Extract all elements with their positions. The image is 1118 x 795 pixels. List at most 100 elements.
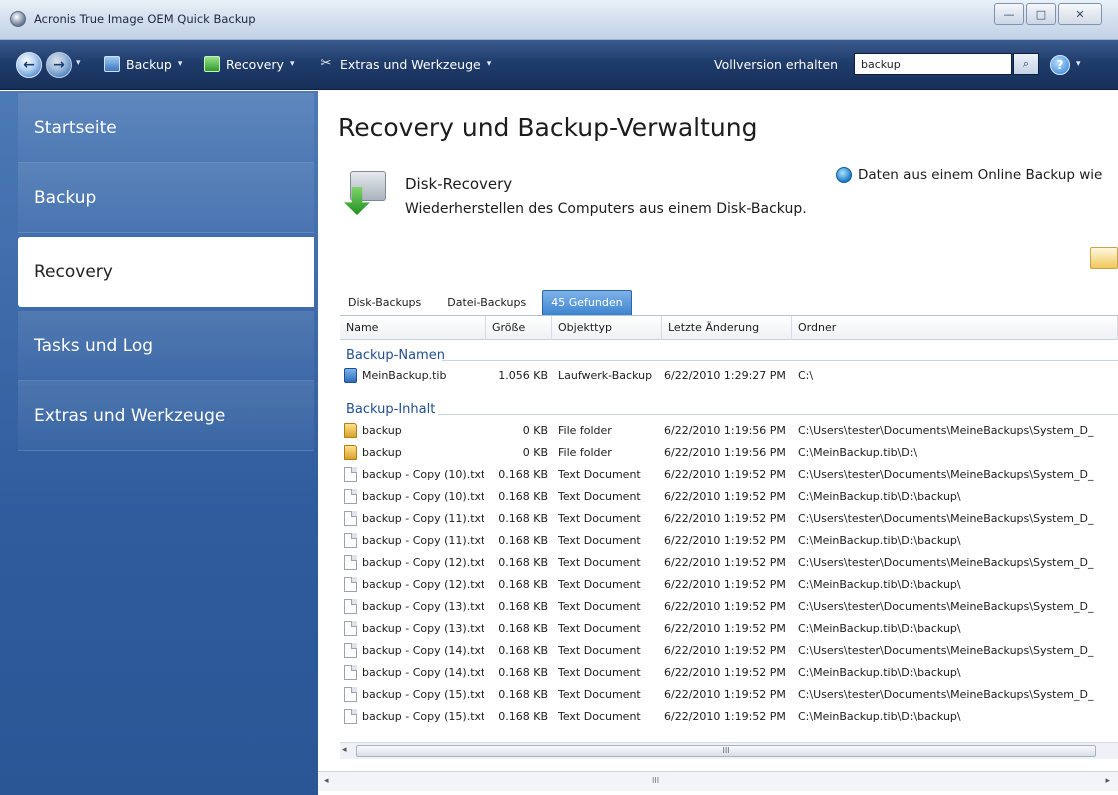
cell-type: Text Document — [558, 556, 641, 569]
table-row[interactable]: backup - Copy (14).txt 0.168 KB Text Docum… — [340, 662, 1118, 683]
text-file-icon — [344, 533, 357, 548]
disk-recovery-title[interactable]: Disk-Recovery — [405, 175, 512, 193]
cell-folder: C:\Users\tester\Documents\MeineBackups\S… — [798, 424, 1094, 437]
cell-type: Text Document — [558, 710, 641, 723]
cell-name: backup - Copy (15).txt — [362, 710, 484, 723]
search-button[interactable]: ⌕ — [1013, 53, 1039, 75]
text-file-icon — [344, 511, 357, 526]
column-header-size[interactable]: Größe — [486, 316, 552, 340]
cell-modified: 6/22/2010 1:19:56 PM — [664, 446, 786, 459]
cell-type: Text Document — [558, 490, 641, 503]
cell-name: backup - Copy (12).txt — [362, 556, 484, 569]
recovery-menu[interactable]: Recovery ▾ — [204, 56, 295, 72]
disk-recovery-description: Wiederherstellen des Computers aus einem… — [405, 201, 807, 217]
cell-size: 0.168 KB — [498, 578, 548, 591]
column-header-name[interactable]: Name — [340, 316, 486, 340]
scroll-left-icon[interactable]: ◂ — [324, 776, 329, 786]
panel-toggle-button[interactable] — [1090, 247, 1118, 269]
back-button[interactable]: ← — [16, 52, 42, 78]
table-row[interactable]: backup - Copy (10).txt 0.168 KB Text Docum… — [340, 486, 1118, 507]
table-row[interactable]: backup - Copy (10).txt 0.168 KB Text Docum… — [340, 464, 1118, 485]
table-row[interactable]: backup - Copy (12).txt 0.168 KB Text Docum… — [340, 552, 1118, 573]
help-dropdown-icon[interactable]: ▾ — [1076, 59, 1081, 69]
main-content: Recovery und Backup-Verwaltung Disk-Reco… — [318, 91, 1118, 795]
sidebar-item-extras-und-werkzeuge[interactable]: Extras und Werkzeuge — [18, 381, 314, 451]
cell-folder: C:\Users\tester\Documents\MeineBackups\S… — [798, 600, 1094, 613]
title-bar: Acronis True Image OEM Quick Backup — □ … — [0, 0, 1118, 40]
cell-size: 0.168 KB — [498, 512, 548, 525]
cell-size: 0.168 KB — [498, 468, 548, 481]
table-row[interactable]: backup - Copy (13).txt 0.168 KB Text Docum… — [340, 596, 1118, 617]
table-row[interactable]: backup - Copy (12).txt 0.168 KB Text Docum… — [340, 574, 1118, 595]
cell-folder: C:\MeinBackup.tib\D:\backup\ — [798, 578, 961, 591]
sidebar-item-startseite[interactable]: Startseite — [18, 93, 314, 163]
results-table: Name Größe Objekttyp Letzte Änderung Ord… — [340, 315, 1118, 770]
tab-search-results[interactable]: 45 Gefunden — [542, 290, 632, 315]
backup-file-icon — [344, 368, 357, 383]
close-button[interactable]: ✕ — [1058, 3, 1102, 25]
cell-size: 0.168 KB — [498, 556, 548, 569]
forward-button[interactable]: → — [46, 52, 72, 78]
scrollbar-grip[interactable]: III — [652, 776, 659, 785]
column-header-modified[interactable]: Letzte Änderung — [662, 316, 792, 340]
extras-menu[interactable]: ✂ Extras und Werkzeuge ▾ — [318, 56, 492, 72]
sidebar-item-recovery[interactable]: Recovery — [18, 237, 314, 307]
text-file-icon — [344, 467, 357, 482]
cell-name: backup - Copy (14).txt — [362, 666, 484, 679]
cell-size: 0.168 KB — [498, 688, 548, 701]
group-divider — [442, 360, 1118, 361]
table-horizontal-scrollbar[interactable]: ◂ III — [340, 742, 1118, 759]
disk-recovery-icon[interactable] — [344, 171, 390, 215]
table-row[interactable]: backup - Copy (15).txt 0.168 KB Text Docum… — [340, 684, 1118, 705]
tools-icon: ✂ — [320, 56, 332, 71]
scroll-right-icon[interactable]: ▸ — [1105, 776, 1110, 786]
cell-modified: 6/22/2010 1:29:27 PM — [664, 369, 786, 382]
cell-type: Text Document — [558, 578, 641, 591]
sidebar-item-backup[interactable]: Backup — [18, 163, 314, 233]
cell-type: Text Document — [558, 644, 641, 657]
cell-modified: 6/22/2010 1:19:52 PM — [664, 512, 786, 525]
text-file-icon — [344, 577, 357, 592]
table-row[interactable]: backup - Copy (15).txt 0.168 KB Text Docum… — [340, 706, 1118, 727]
cell-modified: 6/22/2010 1:19:52 PM — [664, 666, 786, 679]
cell-name: backup — [362, 424, 402, 437]
cell-folder: C:\MeinBackup.tib\D:\backup\ — [798, 622, 961, 635]
cell-modified: 6/22/2010 1:19:52 PM — [664, 600, 786, 613]
history-dropdown-icon[interactable]: ▾ — [76, 58, 81, 68]
tab-datei-backups[interactable]: Datei-Backups — [437, 290, 530, 315]
cell-modified: 6/22/2010 1:19:52 PM — [664, 710, 786, 723]
cell-modified: 6/22/2010 1:19:52 PM — [664, 556, 786, 569]
cell-name: backup - Copy (11).txt — [362, 534, 484, 547]
text-file-icon — [344, 643, 357, 658]
scroll-left-icon[interactable]: ◂ — [342, 745, 347, 755]
table-row[interactable]: MeinBackup.tib 1.056 KB Laufwerk-Backup 6/2… — [340, 365, 1118, 386]
column-header-type[interactable]: Objekttyp — [552, 316, 662, 340]
maximize-button[interactable]: □ — [1026, 3, 1056, 25]
table-row[interactable]: backup - Copy (11).txt 0.168 KB Text Docum… — [340, 508, 1118, 529]
cell-name: backup - Copy (15).txt — [362, 688, 484, 701]
table-row[interactable]: backup - Copy (11).txt 0.168 KB Text Docum… — [340, 530, 1118, 551]
online-backup-link[interactable]: Daten aus einem Online Backup wie — [836, 167, 1102, 183]
full-version-link[interactable]: Vollversion erhalten — [714, 57, 838, 72]
search-input[interactable] — [854, 53, 1012, 75]
table-row[interactable]: backup - Copy (13).txt 0.168 KB Text Docum… — [340, 618, 1118, 639]
table-row[interactable]: backup 0 KB File folder 6/22/2010 1:19:56 P… — [340, 420, 1118, 441]
page-horizontal-scrollbar[interactable]: ◂ III ▸ — [318, 771, 1118, 791]
online-backup-link-label: Daten aus einem Online Backup wie — [858, 167, 1103, 183]
text-file-icon — [344, 687, 357, 702]
minimize-button[interactable]: — — [994, 3, 1024, 25]
sidebar-item-tasks-und-log[interactable]: Tasks und Log — [18, 311, 314, 381]
column-header-folder[interactable]: Ordner — [792, 316, 1118, 340]
cell-modified: 6/22/2010 1:19:52 PM — [664, 468, 786, 481]
help-icon[interactable]: ? — [1050, 55, 1070, 75]
table-row[interactable]: backup - Copy (14).txt 0.168 KB Text Docum… — [340, 640, 1118, 661]
chevron-down-icon: ▾ — [289, 59, 295, 69]
table-row[interactable]: backup 0 KB File folder 6/22/2010 1:19:56 P… — [340, 442, 1118, 463]
scrollbar-thumb[interactable]: III — [356, 745, 1096, 757]
text-file-icon — [344, 665, 357, 680]
cell-type: Text Document — [558, 600, 641, 613]
tab-disk-backups[interactable]: Disk-Backups — [338, 290, 425, 315]
backup-menu[interactable]: Backup ▾ — [104, 56, 182, 72]
cell-folder: C:\Users\tester\Documents\MeineBackups\S… — [798, 468, 1094, 481]
results-tabs: Disk-Backups Datei-Backups 45 Gefunden — [338, 289, 632, 315]
